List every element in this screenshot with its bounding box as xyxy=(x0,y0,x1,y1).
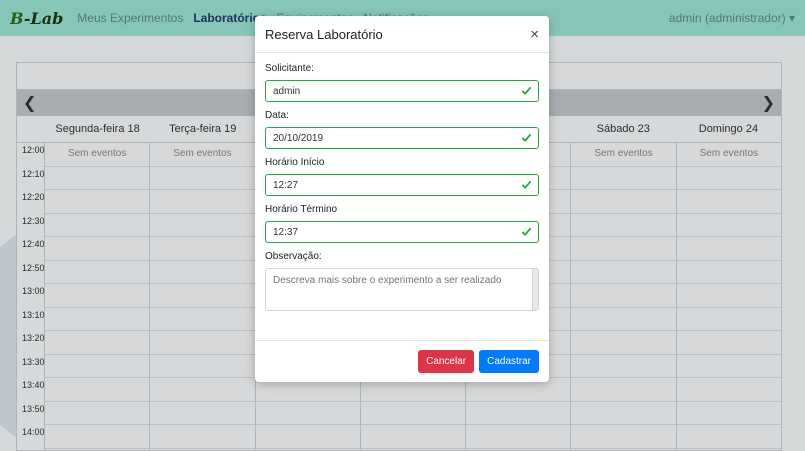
end-time-group: Horário Término 12:37 xyxy=(265,204,539,243)
date-group: Data: 20/10/2019 xyxy=(265,110,539,149)
modal-header: Reserva Laboratório × xyxy=(255,16,549,53)
end-time-value: 12:37 xyxy=(273,226,299,238)
requester-field[interactable]: admin xyxy=(265,80,539,102)
start-time-group: Horário Início 12:27 xyxy=(265,157,539,196)
notes-group: Observação: Descreva mais sobre o experi… xyxy=(265,251,539,311)
date-field[interactable]: 20/10/2019 xyxy=(265,127,539,149)
requester-group: Solicitante: admin xyxy=(265,63,539,102)
start-time-label: Horário Início xyxy=(265,157,325,168)
end-time-field[interactable]: 12:37 xyxy=(265,221,539,243)
check-icon xyxy=(521,227,532,237)
cancel-button[interactable]: Cancelar xyxy=(418,350,475,373)
modal-title: Reserva Laboratório xyxy=(265,26,383,42)
date-label: Data: xyxy=(265,110,289,121)
reservation-modal: Reserva Laboratório × Solicitante: admin… xyxy=(255,16,549,382)
check-icon xyxy=(521,133,532,143)
requester-value: admin xyxy=(273,85,301,97)
requester-label: Solicitante: xyxy=(265,63,314,74)
end-time-label: Horário Término xyxy=(265,204,338,215)
close-icon[interactable]: × xyxy=(530,27,539,42)
textarea-scrollbar[interactable] xyxy=(532,269,538,310)
check-icon xyxy=(521,86,532,96)
submit-button[interactable]: Cadastrar xyxy=(479,350,539,373)
notes-placeholder: Descreva mais sobre o experimento a ser … xyxy=(273,275,502,286)
notes-label: Observação: xyxy=(265,251,322,262)
start-time-value: 12:27 xyxy=(273,179,299,191)
date-value: 20/10/2019 xyxy=(273,132,324,144)
modal-footer: Cancelar Cadastrar xyxy=(255,340,549,382)
start-time-field[interactable]: 12:27 xyxy=(265,174,539,196)
notes-textarea[interactable]: Descreva mais sobre o experimento a ser … xyxy=(265,268,539,311)
modal-body: Solicitante: admin Data: 20/10/2019 Horá… xyxy=(255,53,549,311)
check-icon xyxy=(521,180,532,190)
